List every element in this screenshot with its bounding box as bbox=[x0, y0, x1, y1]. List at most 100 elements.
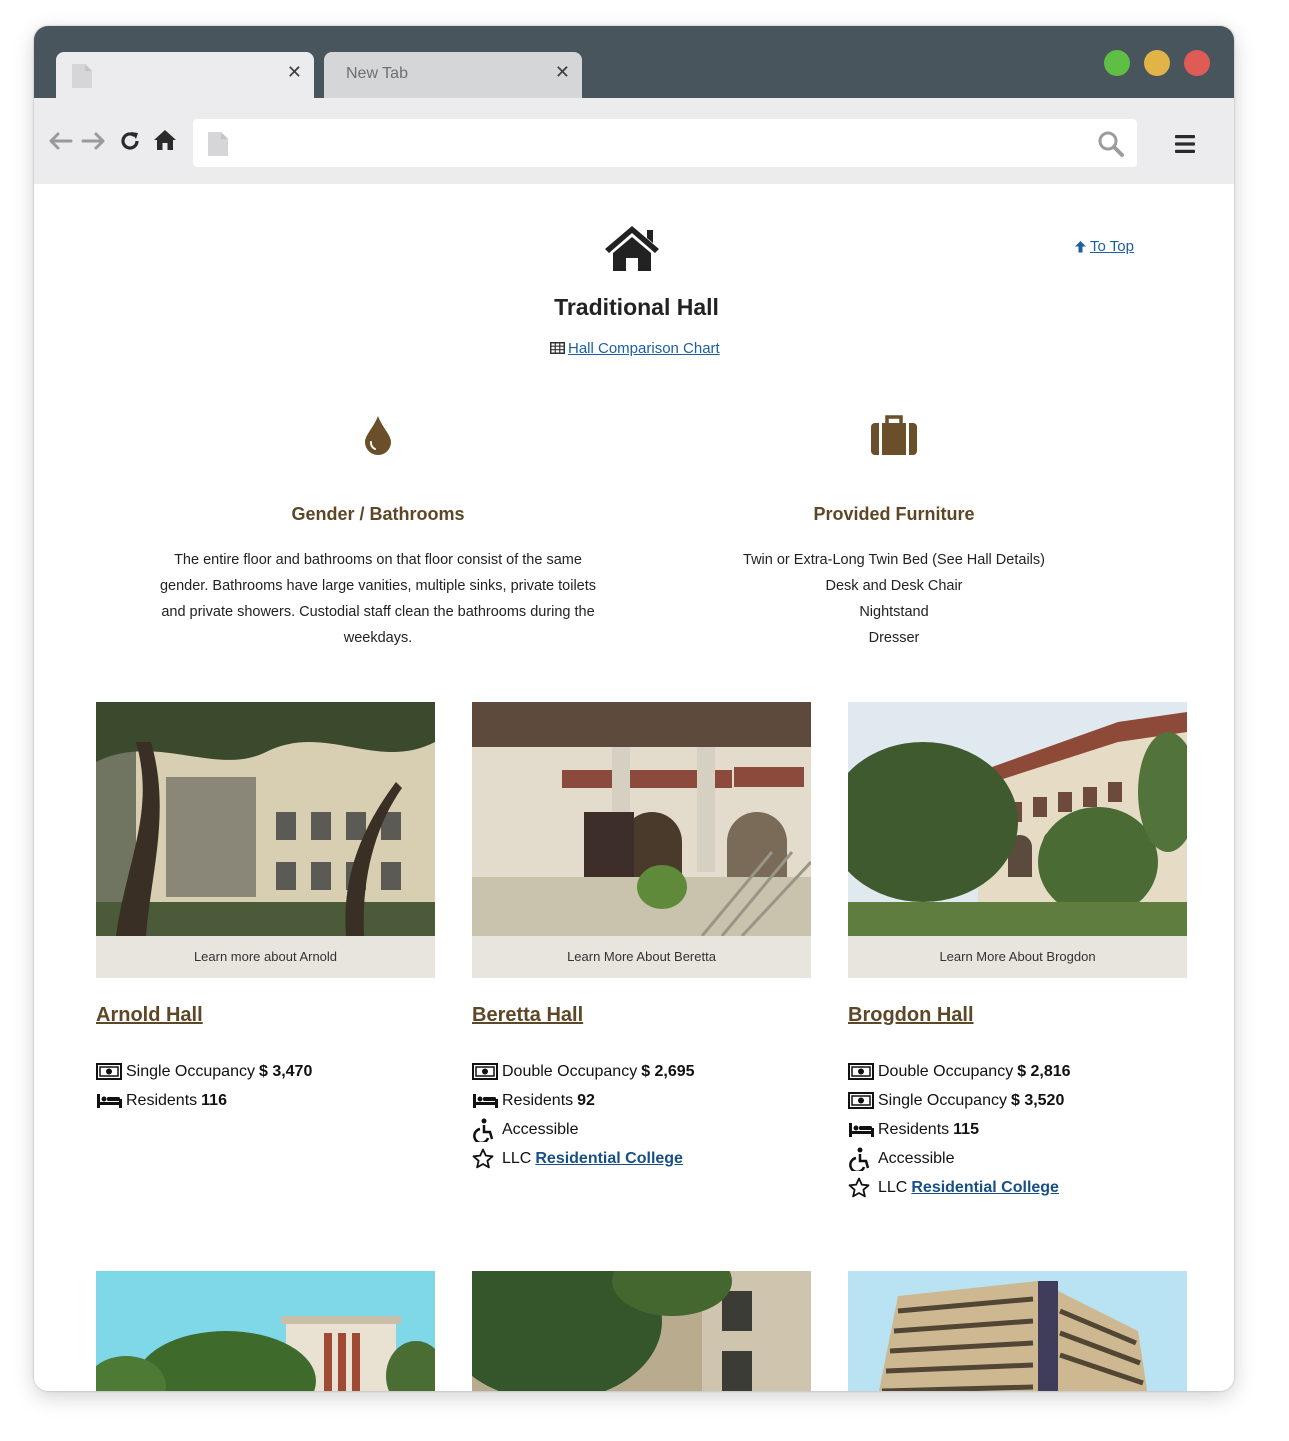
accessible-row: Accessible bbox=[472, 1115, 811, 1144]
feature-description: Twin or Extra-Long Twin Bed (See Hall De… bbox=[679, 547, 1109, 651]
window-minimize-button[interactable] bbox=[1144, 50, 1170, 76]
occupancy-label: Double Occupancy bbox=[878, 1062, 1014, 1080]
hamburger-menu-icon[interactable] bbox=[1174, 134, 1196, 159]
to-top-label: To Top bbox=[1090, 238, 1134, 255]
llc-row: LLC Residential College bbox=[848, 1173, 1187, 1202]
back-arrow-icon[interactable] bbox=[47, 131, 73, 156]
house-icon bbox=[603, 224, 661, 277]
occupancy-price: $ 2,816 bbox=[1017, 1062, 1071, 1080]
occupancy-row: Double Occupancy $ 2,695 bbox=[472, 1057, 811, 1086]
page-title: Traditional Hall bbox=[554, 294, 719, 320]
star-outline-icon bbox=[472, 1148, 502, 1169]
occupancy-label: Single Occupancy bbox=[878, 1091, 1007, 1109]
hall-caption-link[interactable]: Learn More About Brogdon bbox=[848, 936, 1187, 978]
feature-provided-furniture: Provided Furniture Twin or Extra-Long Tw… bbox=[679, 410, 1109, 651]
tab-close-icon[interactable]: ✕ bbox=[287, 62, 302, 83]
feature-text-line: Dresser bbox=[868, 630, 920, 646]
feature-text-line: gender. Bathrooms have large vanities, m… bbox=[159, 578, 597, 594]
hall-card-arnold: Learn more about Arnold Arnold Hall Sing… bbox=[96, 702, 435, 1115]
feature-text-line: weekdays. bbox=[343, 630, 413, 646]
hall-photo[interactable] bbox=[848, 1271, 1187, 1391]
water-drop-icon bbox=[134, 410, 622, 460]
feature-text-line: Twin or Extra-Long Twin Bed (See Hall De… bbox=[743, 552, 1045, 568]
browser-window: ✕ New Tab ✕ To Top Traditional Hall Hall… bbox=[34, 26, 1234, 1391]
hall-comparison-chart-link[interactable]: Hall Comparison Chart bbox=[550, 340, 720, 357]
page-viewport[interactable]: To Top Traditional Hall Hall Comparison … bbox=[34, 184, 1234, 1391]
residential-college-link[interactable]: Residential College bbox=[911, 1179, 1059, 1197]
hall-card-beretta: Learn More About Beretta Beretta Hall Do… bbox=[472, 702, 811, 1173]
feature-heading: Gender / Bathrooms bbox=[291, 504, 465, 524]
occupancy-label: Single Occupancy bbox=[126, 1062, 255, 1080]
residential-college-link[interactable]: Residential College bbox=[535, 1150, 683, 1168]
document-icon bbox=[208, 132, 228, 161]
tab-new-tab[interactable]: New Tab ✕ bbox=[324, 52, 582, 98]
residents-row: Residents 92 bbox=[472, 1086, 811, 1115]
star-outline-icon bbox=[848, 1177, 878, 1198]
forward-arrow-icon[interactable] bbox=[81, 131, 107, 156]
hall-photo[interactable] bbox=[96, 1271, 435, 1391]
tab-active[interactable]: ✕ bbox=[56, 52, 314, 98]
reload-icon[interactable] bbox=[119, 130, 141, 157]
hall-card-brogdon: Learn More About Brogdon Brogdon Hall Do… bbox=[848, 702, 1187, 1202]
money-bill-icon bbox=[96, 1063, 126, 1080]
browser-toolbar bbox=[34, 98, 1234, 184]
occupancy-price: $ 3,470 bbox=[258, 1062, 313, 1080]
window-close-button[interactable] bbox=[1184, 50, 1210, 76]
tab-title: New Tab bbox=[346, 65, 408, 82]
hall-caption-link[interactable]: Learn more about Arnold bbox=[96, 936, 435, 978]
bed-icon bbox=[96, 1093, 126, 1109]
window-maximize-button[interactable] bbox=[1104, 50, 1130, 76]
feature-description: The entire floor and bathrooms on that f… bbox=[134, 547, 622, 651]
residents-label: Residents bbox=[502, 1091, 574, 1109]
suitcase-icon bbox=[679, 410, 1109, 460]
hall-photo-arnold[interactable] bbox=[96, 702, 435, 936]
search-icon[interactable] bbox=[1097, 130, 1125, 163]
wheelchair-icon bbox=[848, 1147, 878, 1171]
hall-photo-brogdon[interactable] bbox=[848, 702, 1187, 936]
hall-facts: Double Occupancy $ 2,816 Single Occupanc… bbox=[848, 1057, 1187, 1202]
hall-name-link[interactable]: Beretta Hall bbox=[472, 1004, 811, 1027]
accessible-label: Accessible bbox=[502, 1120, 579, 1138]
browser-titlebar: ✕ New Tab ✕ bbox=[34, 26, 1234, 98]
residents-row: Residents 116 bbox=[96, 1086, 435, 1115]
address-bar[interactable] bbox=[193, 119, 1137, 167]
tab-close-icon[interactable]: ✕ bbox=[555, 62, 570, 83]
to-top-link[interactable]: To Top bbox=[1074, 238, 1134, 255]
accessible-row: Accessible bbox=[848, 1144, 1187, 1173]
feature-text-line: Nightstand bbox=[859, 604, 929, 620]
wheelchair-icon bbox=[472, 1118, 502, 1142]
llc-row: LLC Residential College bbox=[472, 1144, 811, 1173]
occupancy-row: Single Occupancy $ 3,470 bbox=[96, 1057, 435, 1086]
hall-facts: Single Occupancy $ 3,470 Residents 116 bbox=[96, 1057, 435, 1115]
llc-label: LLC bbox=[878, 1178, 908, 1196]
residents-count: 116 bbox=[201, 1091, 227, 1109]
residents-label: Residents bbox=[878, 1120, 950, 1138]
table-icon bbox=[550, 342, 565, 354]
money-bill-icon bbox=[472, 1063, 502, 1080]
feature-text-line: The entire floor and bathrooms on that f… bbox=[174, 552, 582, 568]
hall-comparison-chart-label: Hall Comparison Chart bbox=[568, 340, 720, 357]
hall-facts: Double Occupancy $ 2,695 Residents 92 Ac… bbox=[472, 1057, 811, 1173]
hall-photo[interactable] bbox=[472, 1271, 811, 1391]
llc-label: LLC bbox=[502, 1149, 532, 1167]
residents-row: Residents 115 bbox=[848, 1115, 1187, 1144]
bed-icon bbox=[848, 1122, 878, 1138]
residents-count: 115 bbox=[953, 1120, 979, 1138]
residents-count: 92 bbox=[577, 1091, 595, 1109]
occupancy-price: $ 3,520 bbox=[1010, 1091, 1065, 1109]
hall-caption-link[interactable]: Learn More About Beretta bbox=[472, 936, 811, 978]
occupancy-row: Double Occupancy $ 2,816 bbox=[848, 1057, 1187, 1086]
hall-name-link[interactable]: Arnold Hall bbox=[96, 1004, 435, 1027]
hall-photo-beretta[interactable] bbox=[472, 702, 811, 936]
hall-name-link[interactable]: Brogdon Hall bbox=[848, 1004, 1187, 1027]
money-bill-icon bbox=[848, 1092, 878, 1109]
feature-gender-bathrooms: Gender / Bathrooms The entire floor and … bbox=[134, 410, 622, 651]
occupancy-label: Double Occupancy bbox=[502, 1062, 638, 1080]
feature-text-line: and private showers. Custodial staff cle… bbox=[161, 604, 595, 620]
feature-heading: Provided Furniture bbox=[813, 504, 975, 524]
occupancy-price: $ 2,695 bbox=[641, 1062, 695, 1080]
home-icon[interactable] bbox=[153, 129, 177, 156]
arrow-up-icon bbox=[1075, 241, 1086, 253]
occupancy-row: Single Occupancy $ 3,520 bbox=[848, 1086, 1187, 1115]
bed-icon bbox=[472, 1093, 502, 1109]
